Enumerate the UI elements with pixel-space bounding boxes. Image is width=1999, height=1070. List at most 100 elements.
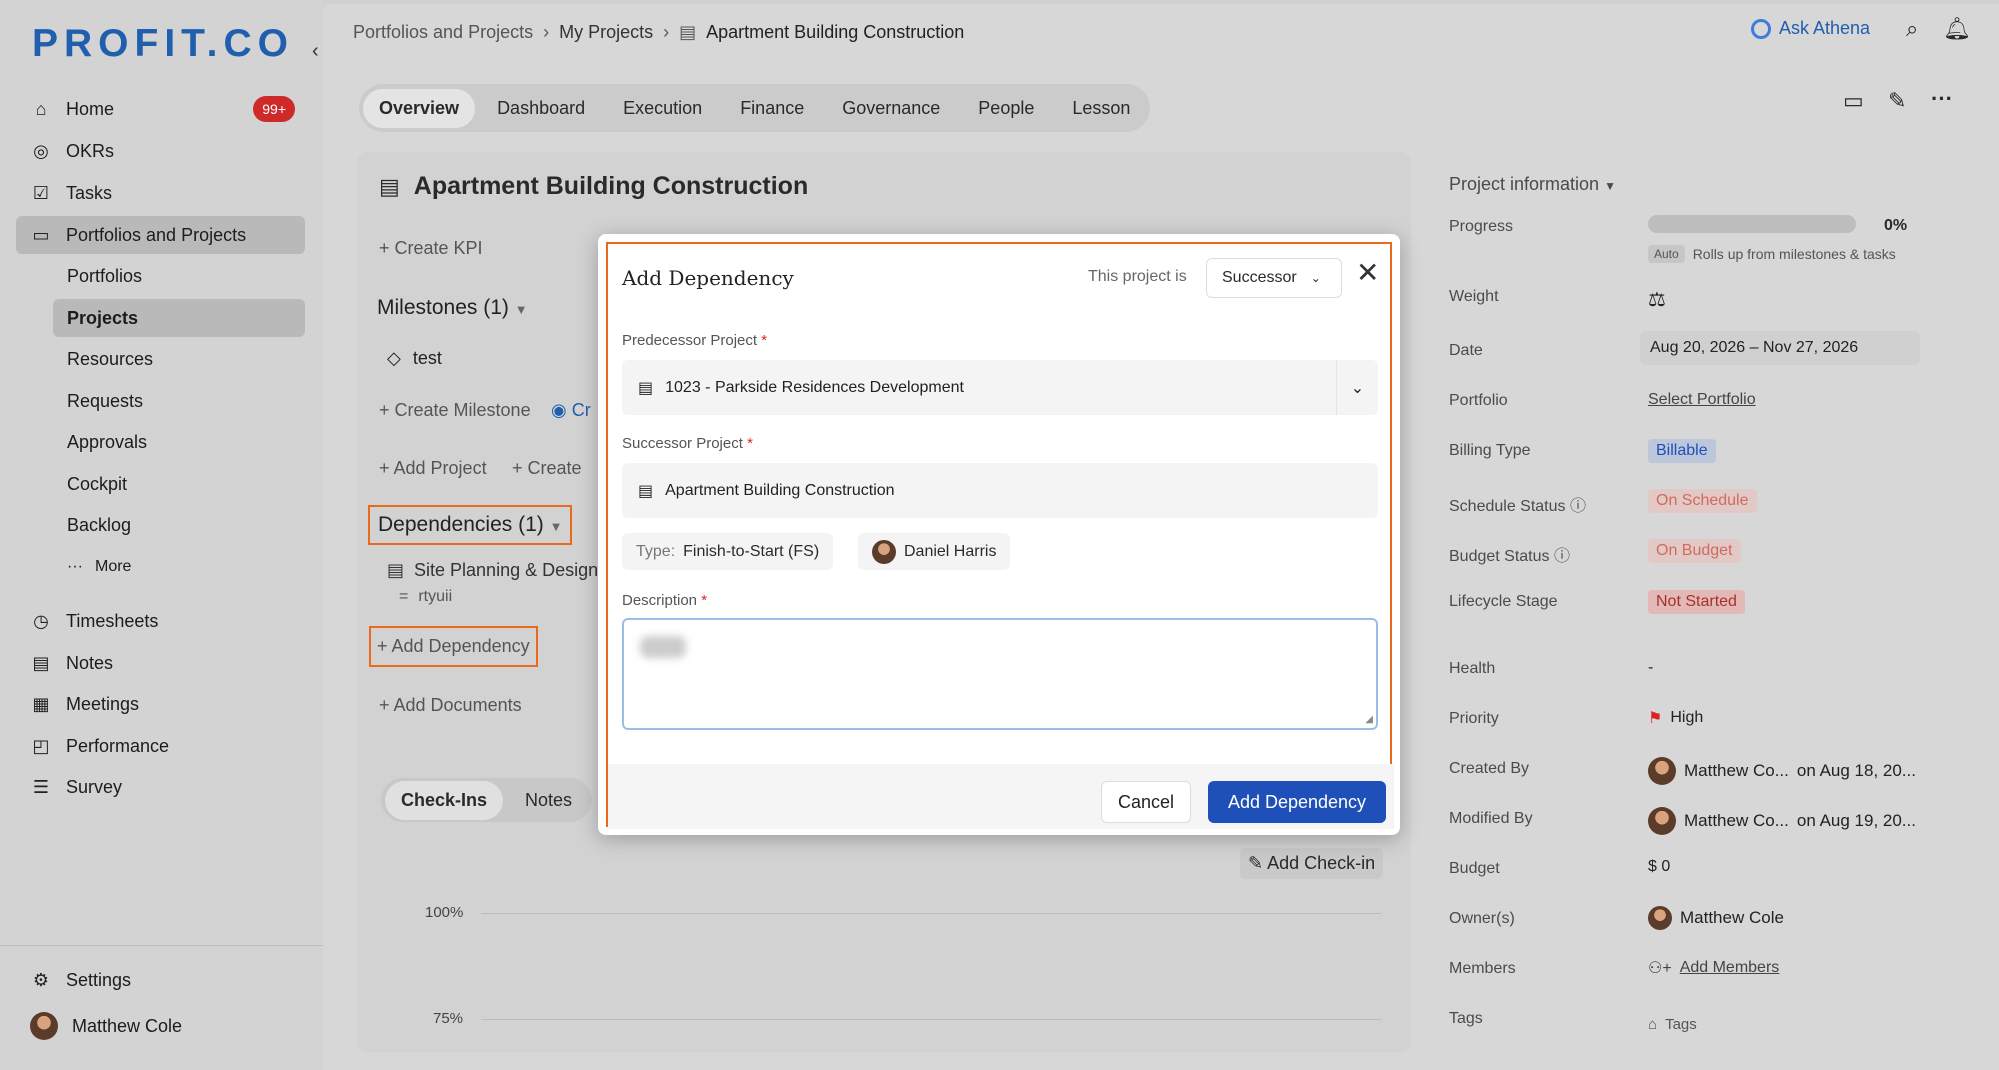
description-textarea[interactable]: ◢ — [622, 618, 1378, 730]
caret-down-icon: ▼ — [514, 302, 528, 317]
create-link[interactable]: + Create — [512, 458, 582, 479]
milestones-header[interactable]: Milestones (1) ▼ — [377, 296, 528, 320]
more-options-icon[interactable]: ··· — [1931, 86, 1953, 112]
tab-execution[interactable]: Execution — [607, 89, 718, 128]
sidebar-item-label: Performance — [66, 735, 170, 756]
breadcrumb-my-projects[interactable]: My Projects — [559, 22, 653, 43]
resize-handle-icon[interactable]: ◢ — [1365, 714, 1373, 725]
owner-value[interactable]: Matthew Cole — [1648, 906, 1784, 930]
add-dependency-link[interactable]: + Add Dependency — [369, 626, 538, 667]
ask-athena-button[interactable]: Ask Athena — [1751, 18, 1870, 39]
tab-lesson[interactable]: Lesson — [1056, 89, 1146, 128]
add-members-link[interactable]: ⚇+ Add Members — [1648, 958, 1779, 978]
create-milestone-link[interactable]: + Create Milestone — [379, 400, 531, 421]
sidebar-item-settings[interactable]: ⚙ Settings — [16, 961, 305, 999]
close-icon[interactable]: ✕ — [1356, 256, 1379, 289]
created-on: on Aug 18, 20... — [1796, 761, 1916, 780]
document-icon: ▤ — [638, 379, 654, 397]
create-partial-link[interactable]: ◉ Cr — [551, 400, 591, 421]
sidebar-item-tasks[interactable]: ☑ Tasks — [16, 174, 305, 212]
sidebar-item-survey[interactable]: ☰ Survey — [16, 768, 305, 806]
tab-dashboard[interactable]: Dashboard — [481, 89, 601, 128]
sidebar-subitem-backlog[interactable]: Backlog — [53, 506, 305, 544]
tab-people[interactable]: People — [962, 89, 1050, 128]
predecessor-label-text: Predecessor Project — [622, 332, 758, 349]
sidebar-item-timesheets[interactable]: ◷ Timesheets — [16, 602, 305, 640]
sidebar-subitem-portfolios[interactable]: Portfolios — [53, 257, 305, 295]
sidebar: PROFIT.CO ‹ ⌂ Home 99+ ◎ OKRs ☑ Tasks ▭ … — [0, 0, 323, 1070]
milestone-label: test — [412, 348, 442, 368]
budget-status-value[interactable]: On Budget — [1648, 539, 1741, 563]
logo: PROFIT.CO — [32, 22, 295, 65]
chart-tick-label: 100% — [425, 904, 464, 921]
scale-icon[interactable]: ⚖ — [1648, 287, 1666, 312]
chart-gridline — [481, 913, 1381, 914]
comment-icon[interactable]: ▭ — [1843, 88, 1864, 114]
schedule-status-value[interactable]: On Schedule — [1648, 489, 1757, 513]
add-checkin-button[interactable]: ✎ Add Check-in — [1240, 848, 1384, 879]
chevron-right-icon: › — [663, 22, 670, 42]
assignee-select[interactable]: Daniel Harris — [858, 533, 1011, 570]
billable-badge: Billable — [1648, 439, 1716, 463]
budget-status-label: Budget Status ⓘ — [1449, 542, 1570, 566]
edit-icon[interactable]: ✎ — [1888, 88, 1906, 114]
date-field[interactable]: Aug 20, 2026 – Nov 27, 2026 — [1640, 331, 1920, 365]
project-information-header[interactable]: Project information ▼ — [1449, 174, 1616, 195]
gear-icon: ⚙ — [32, 969, 50, 990]
tags-text: Tags — [1665, 1016, 1697, 1033]
billing-type-value[interactable]: Billable — [1648, 439, 1716, 463]
schedule-status-text: Schedule Status — [1449, 498, 1566, 515]
sidebar-subitem-projects[interactable]: Projects — [53, 299, 305, 337]
add-project-link[interactable]: + Add Project — [379, 458, 487, 479]
dependency-type-select[interactable]: Type: Finish-to-Start (FS) — [622, 533, 834, 570]
modified-on: on Aug 19, 20... — [1796, 811, 1916, 830]
date-label: Date — [1449, 342, 1483, 359]
add-dependency-button[interactable]: Add Dependency — [1208, 781, 1386, 823]
sidebar-item-notes[interactable]: ▤ Notes — [16, 644, 305, 682]
calendar-icon: ▦ — [32, 693, 50, 714]
milestone-item[interactable]: ◇ test — [387, 348, 442, 369]
tab-check-ins[interactable]: Check-Ins — [385, 780, 504, 820]
sidebar-subitem-resources[interactable]: Resources — [53, 340, 305, 378]
add-documents-link[interactable]: + Add Documents — [379, 695, 522, 716]
tab-notes[interactable]: Notes — [509, 781, 588, 820]
search-icon[interactable]: ⌕ — [1906, 16, 1918, 42]
role-select[interactable]: Successor ⌄ — [1206, 258, 1342, 298]
sidebar-item-portfolios-and-projects[interactable]: ▭ Portfolios and Projects — [16, 216, 305, 254]
sidebar-item-meetings[interactable]: ▦ Meetings — [16, 685, 305, 723]
tags-value[interactable]: ⌂ Tags — [1648, 1016, 1697, 1033]
progress-rollup: Auto Rolls up from milestones & tasks — [1648, 245, 1896, 263]
sidebar-item-okrs[interactable]: ◎ OKRs — [16, 132, 305, 170]
type-value: Finish-to-Start (FS) — [683, 542, 820, 560]
user-profile[interactable]: Matthew Cole — [16, 1007, 305, 1045]
sidebar-subitem-cockpit[interactable]: Cockpit — [53, 465, 305, 503]
priority-value[interactable]: ⚑ High — [1648, 708, 1703, 728]
bell-icon[interactable]: 🔔︎ — [1943, 16, 1971, 42]
progress-label: Progress — [1449, 218, 1514, 235]
tab-overview[interactable]: Overview — [363, 88, 476, 128]
sidebar-subitem-requests[interactable]: Requests — [53, 382, 305, 420]
lifecycle-stage-value[interactable]: Not Started — [1648, 590, 1745, 614]
cancel-button[interactable]: Cancel — [1101, 781, 1191, 823]
tab-governance[interactable]: Governance — [826, 89, 956, 128]
predecessor-select[interactable]: ▤ 1023 - Parkside Residences Development… — [622, 360, 1378, 415]
target-icon: ◎ — [33, 140, 49, 161]
breadcrumb-portfolios-and-projects[interactable]: Portfolios and Projects — [353, 22, 533, 43]
add-person-icon: ⚇+ — [1648, 960, 1672, 977]
sidebar-item-home[interactable]: ⌂ Home 99+ — [16, 90, 305, 128]
dependency-item[interactable]: ▤ Site Planning & Design — [387, 560, 598, 581]
auto-badge: Auto — [1648, 245, 1685, 263]
lifecycle-stage-label: Lifecycle Stage — [1449, 593, 1558, 610]
sidebar-divider — [0, 945, 323, 946]
create-kpi-link[interactable]: + Create KPI — [379, 238, 483, 259]
tab-finance[interactable]: Finance — [724, 89, 820, 128]
not-started-badge: Not Started — [1648, 590, 1745, 614]
sidebar-item-performance[interactable]: ◰ Performance — [16, 727, 305, 765]
collapse-sidebar-icon[interactable]: ‹ — [312, 40, 319, 63]
select-portfolio-link[interactable]: Select Portfolio — [1648, 391, 1756, 409]
checkin-tabs: Check-Ins Notes — [381, 778, 593, 822]
dependencies-header[interactable]: Dependencies (1) ▼ — [368, 505, 573, 545]
successor-label: Successor Project * — [622, 435, 753, 452]
sidebar-subitem-more[interactable]: ··· More — [53, 548, 305, 586]
sidebar-subitem-approvals[interactable]: Approvals — [53, 423, 305, 461]
